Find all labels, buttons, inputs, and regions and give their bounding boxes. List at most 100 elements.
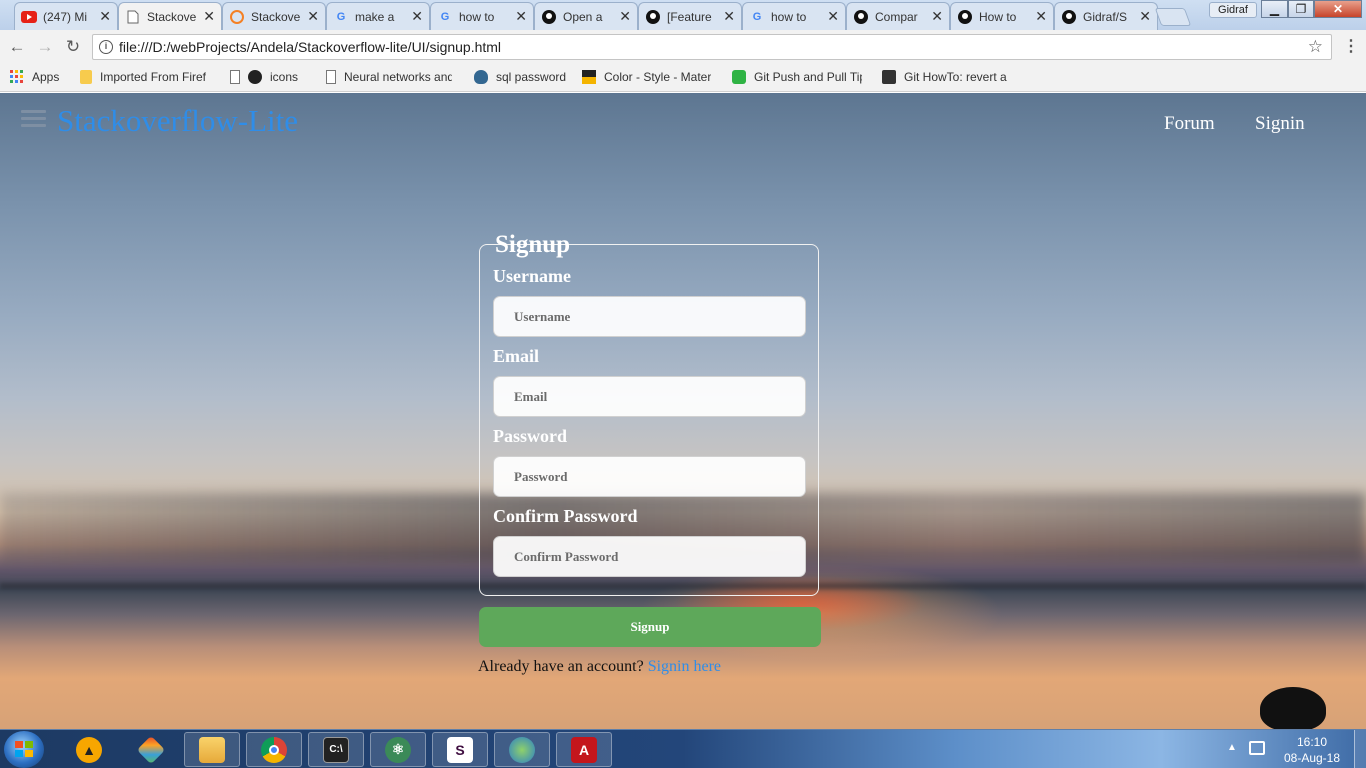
taskbar-chrome[interactable] <box>246 732 302 767</box>
new-tab-button[interactable] <box>1154 8 1192 26</box>
tab-label: (247) Mi <box>43 9 88 24</box>
material-icon <box>582 70 596 84</box>
maximize-button[interactable]: ❐ <box>1288 0 1314 18</box>
google-icon: G <box>336 10 346 23</box>
github-icon <box>957 9 973 25</box>
file-explorer-icon <box>199 736 225 763</box>
bookmarks-bar: Apps Imported From Firef icons Neural ne… <box>0 64 1366 92</box>
minimize-button[interactable]: ▁ <box>1261 0 1288 18</box>
email-input[interactable] <box>493 376 806 417</box>
clock-icon <box>732 70 746 84</box>
info-icon[interactable]: i <box>99 40 113 54</box>
taskbar-avast[interactable]: ▲ <box>61 732 117 767</box>
close-icon[interactable]: ✕ <box>411 8 423 25</box>
page-icon <box>326 70 336 84</box>
bookmark-material-colors[interactable]: Color - Style - Mater <box>582 70 711 84</box>
windows-taskbar: ▲ C:\ ⚛ S A ▲ 16:10 08-Aug-18 <box>0 729 1366 768</box>
stackoverflow-icon <box>229 9 245 25</box>
username-label: Username <box>493 266 571 286</box>
reload-icon[interactable]: ↻ <box>63 37 83 57</box>
postgres-icon <box>474 70 488 84</box>
tab-google-make[interactable]: G make a ✕ <box>326 2 430 30</box>
close-icon[interactable]: ✕ <box>515 8 527 25</box>
chrome-icon <box>261 736 287 763</box>
bookmark-neural-networks[interactable]: Neural networks and <box>326 70 452 84</box>
tab-github-feature[interactable]: [Feature ✕ <box>638 2 742 30</box>
avast-icon: ▲ <box>76 736 102 763</box>
taskbar-file-explorer[interactable] <box>184 732 240 767</box>
forward-arrow-icon[interactable]: → <box>35 37 55 57</box>
signin-here-link[interactable]: Signin here <box>648 658 721 675</box>
tab-google-howto[interactable]: G how to ✕ <box>430 2 534 30</box>
folder-icon <box>80 70 92 84</box>
bookmark-git-push-pull[interactable]: Git Push and Pull Tip <box>732 70 862 84</box>
address-url[interactable]: file:///D:/webProjects/Andela/Stackoverf… <box>119 39 501 55</box>
tray-network-icon[interactable] <box>1249 741 1265 755</box>
bookmark-label: sql password <box>496 70 567 84</box>
tab-youtube[interactable]: (247) Mi ✕ <box>14 2 118 30</box>
bookmark-label: Imported From Firef <box>100 70 207 84</box>
close-icon[interactable]: ✕ <box>619 8 631 25</box>
tab-stackoverflow-lite[interactable]: Stackove ✕ <box>118 2 222 30</box>
tab-label: how to <box>771 9 807 24</box>
tab-github-open[interactable]: Open a ✕ <box>534 2 638 30</box>
taskbar-terminal[interactable]: C:\ <box>308 732 364 767</box>
close-window-button[interactable]: ✕ <box>1314 0 1362 18</box>
taskbar-acrobat[interactable]: A <box>556 732 612 767</box>
tab-github-compare[interactable]: Compar ✕ <box>846 2 950 30</box>
taskbar-git[interactable] <box>123 732 179 767</box>
tab-label: Open a <box>563 9 603 24</box>
page-icon <box>230 70 240 84</box>
close-icon[interactable]: ✕ <box>203 8 215 25</box>
tab-google-howto-2[interactable]: G how to ✕ <box>742 2 846 30</box>
taskbar-atom[interactable]: ⚛ <box>370 732 426 767</box>
icons-logo-icon <box>248 70 262 84</box>
taskbar-network[interactable] <box>494 732 550 767</box>
signup-button[interactable]: Signup <box>479 607 821 647</box>
close-icon[interactable]: ✕ <box>723 8 735 25</box>
address-bar[interactable]: i file:///D:/webProjects/Andela/Stackove… <box>92 34 1332 60</box>
github-icon <box>645 9 661 25</box>
close-icon[interactable]: ✕ <box>1035 8 1047 25</box>
tab-github-gidraf[interactable]: Gidraf/S ✕ <box>1054 2 1158 30</box>
bookmark-star-icon[interactable]: ☆ <box>1308 37 1323 57</box>
site-brand[interactable]: Stackoverflow-Lite <box>57 103 298 139</box>
system-clock[interactable]: 16:10 08-Aug-18 <box>1280 734 1344 766</box>
close-icon[interactable]: ✕ <box>931 8 943 25</box>
page-viewport: Stackoverflow-Lite Forum Signin Signup U… <box>0 93 1366 729</box>
close-icon[interactable]: ✕ <box>1139 8 1151 25</box>
close-icon[interactable]: ✕ <box>99 8 111 25</box>
github-icon <box>853 9 869 25</box>
back-arrow-icon[interactable]: ← <box>7 37 27 57</box>
windows-logo-icon <box>15 741 33 757</box>
show-desktop-button[interactable] <box>1354 730 1366 768</box>
bookmark-icons[interactable]: icons <box>230 70 298 84</box>
bookmark-label: Color - Style - Mater <box>604 70 712 84</box>
background-rock <box>1260 687 1326 729</box>
tab-github-howto[interactable]: How to ✕ <box>950 2 1054 30</box>
profile-user-label[interactable]: Gidraf <box>1209 2 1257 18</box>
bookmark-apps[interactable]: Apps <box>10 70 59 84</box>
nav-forum-link[interactable]: Forum <box>1164 113 1215 135</box>
nav-signin-link[interactable]: Signin <box>1255 113 1305 135</box>
tray-expand-icon[interactable]: ▲ <box>1227 742 1237 753</box>
signup-fieldset: Signup Username Email Password Confirm P… <box>479 231 819 596</box>
password-input[interactable] <box>493 456 806 497</box>
taskbar-slack[interactable]: S <box>432 732 488 767</box>
tab-stackoverflow[interactable]: Stackove ✕ <box>222 2 326 30</box>
youtube-icon <box>21 9 37 25</box>
confirm-password-input[interactable] <box>493 536 806 577</box>
git-icon <box>136 735 166 764</box>
browser-menu-icon[interactable]: ⋮ <box>1343 36 1359 56</box>
bookmark-sql-password[interactable]: sql password <box>474 70 566 84</box>
google-icon: G <box>440 10 450 23</box>
hamburger-menu-icon[interactable] <box>21 110 46 131</box>
username-input[interactable] <box>493 296 806 337</box>
close-icon[interactable]: ✕ <box>307 8 319 25</box>
clock-time: 16:10 <box>1296 735 1328 749</box>
tab-label: Stackove <box>147 9 197 24</box>
start-button[interactable] <box>4 731 44 768</box>
bookmark-git-howto[interactable]: Git HowTo: revert a <box>882 70 1007 84</box>
bookmark-imported-firefox[interactable]: Imported From Firef <box>80 70 206 84</box>
close-icon[interactable]: ✕ <box>827 8 839 25</box>
